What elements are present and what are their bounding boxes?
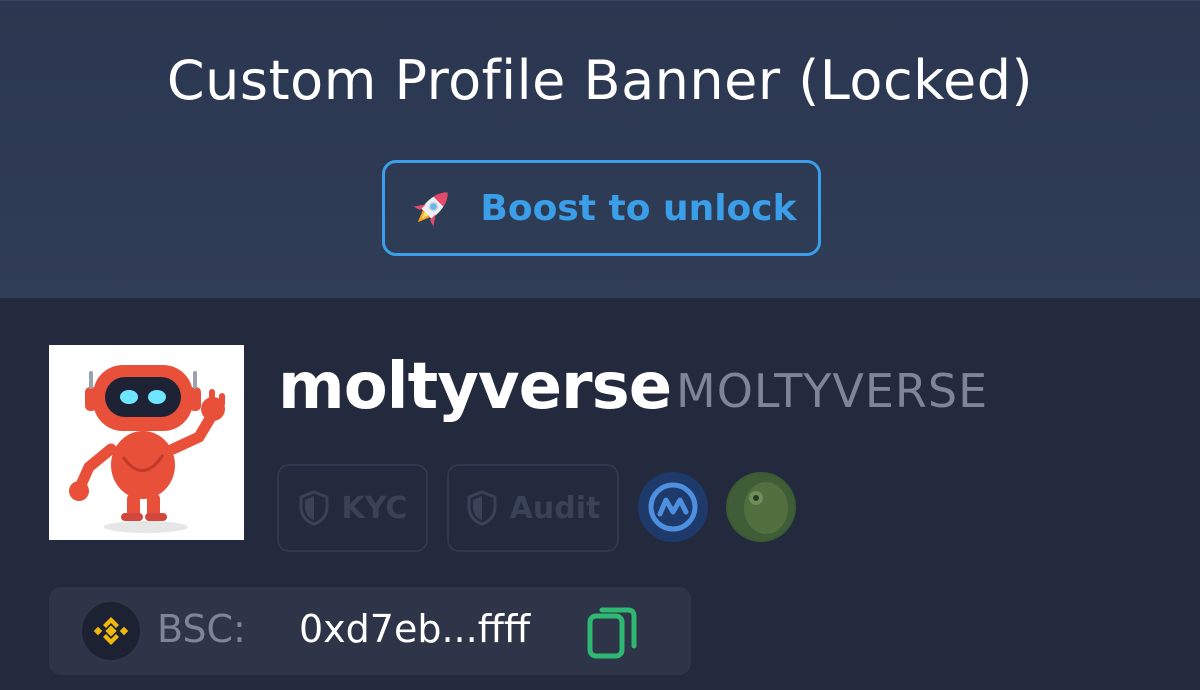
audit-label: Audit — [509, 490, 601, 526]
audit-badge[interactable]: Audit — [447, 464, 619, 552]
coingecko-icon[interactable] — [726, 472, 796, 542]
token-profile: moltyverse MOLTYVERSE KYC Audit BSC: 0xd… — [0, 298, 1200, 690]
copy-icon[interactable] — [586, 604, 640, 660]
rocket-icon — [406, 182, 458, 234]
token-name: moltyverse — [278, 350, 672, 424]
banner-title: Custom Profile Banner (Locked) — [166, 49, 1034, 112]
shield-icon — [298, 490, 330, 526]
token-symbol: MOLTYVERSE — [676, 364, 989, 418]
kyc-badge[interactable]: KYC — [277, 464, 428, 552]
chain-label: BSC: — [157, 607, 246, 651]
contract-address: 0xd7eb...ffff — [299, 607, 531, 651]
profile-banner: Custom Profile Banner (Locked) Boost to … — [0, 0, 1200, 298]
kyc-label: KYC — [341, 490, 408, 526]
bnb-chain-icon — [82, 602, 140, 660]
robot-avatar — [49, 345, 244, 540]
shield-icon — [466, 490, 498, 526]
contract-address-bar: BSC: 0xd7eb...ffff — [49, 587, 691, 675]
coinmarketcap-icon[interactable] — [638, 472, 708, 542]
boost-to-unlock-button[interactable]: Boost to unlock — [382, 160, 821, 256]
boost-label: Boost to unlock — [480, 187, 797, 229]
